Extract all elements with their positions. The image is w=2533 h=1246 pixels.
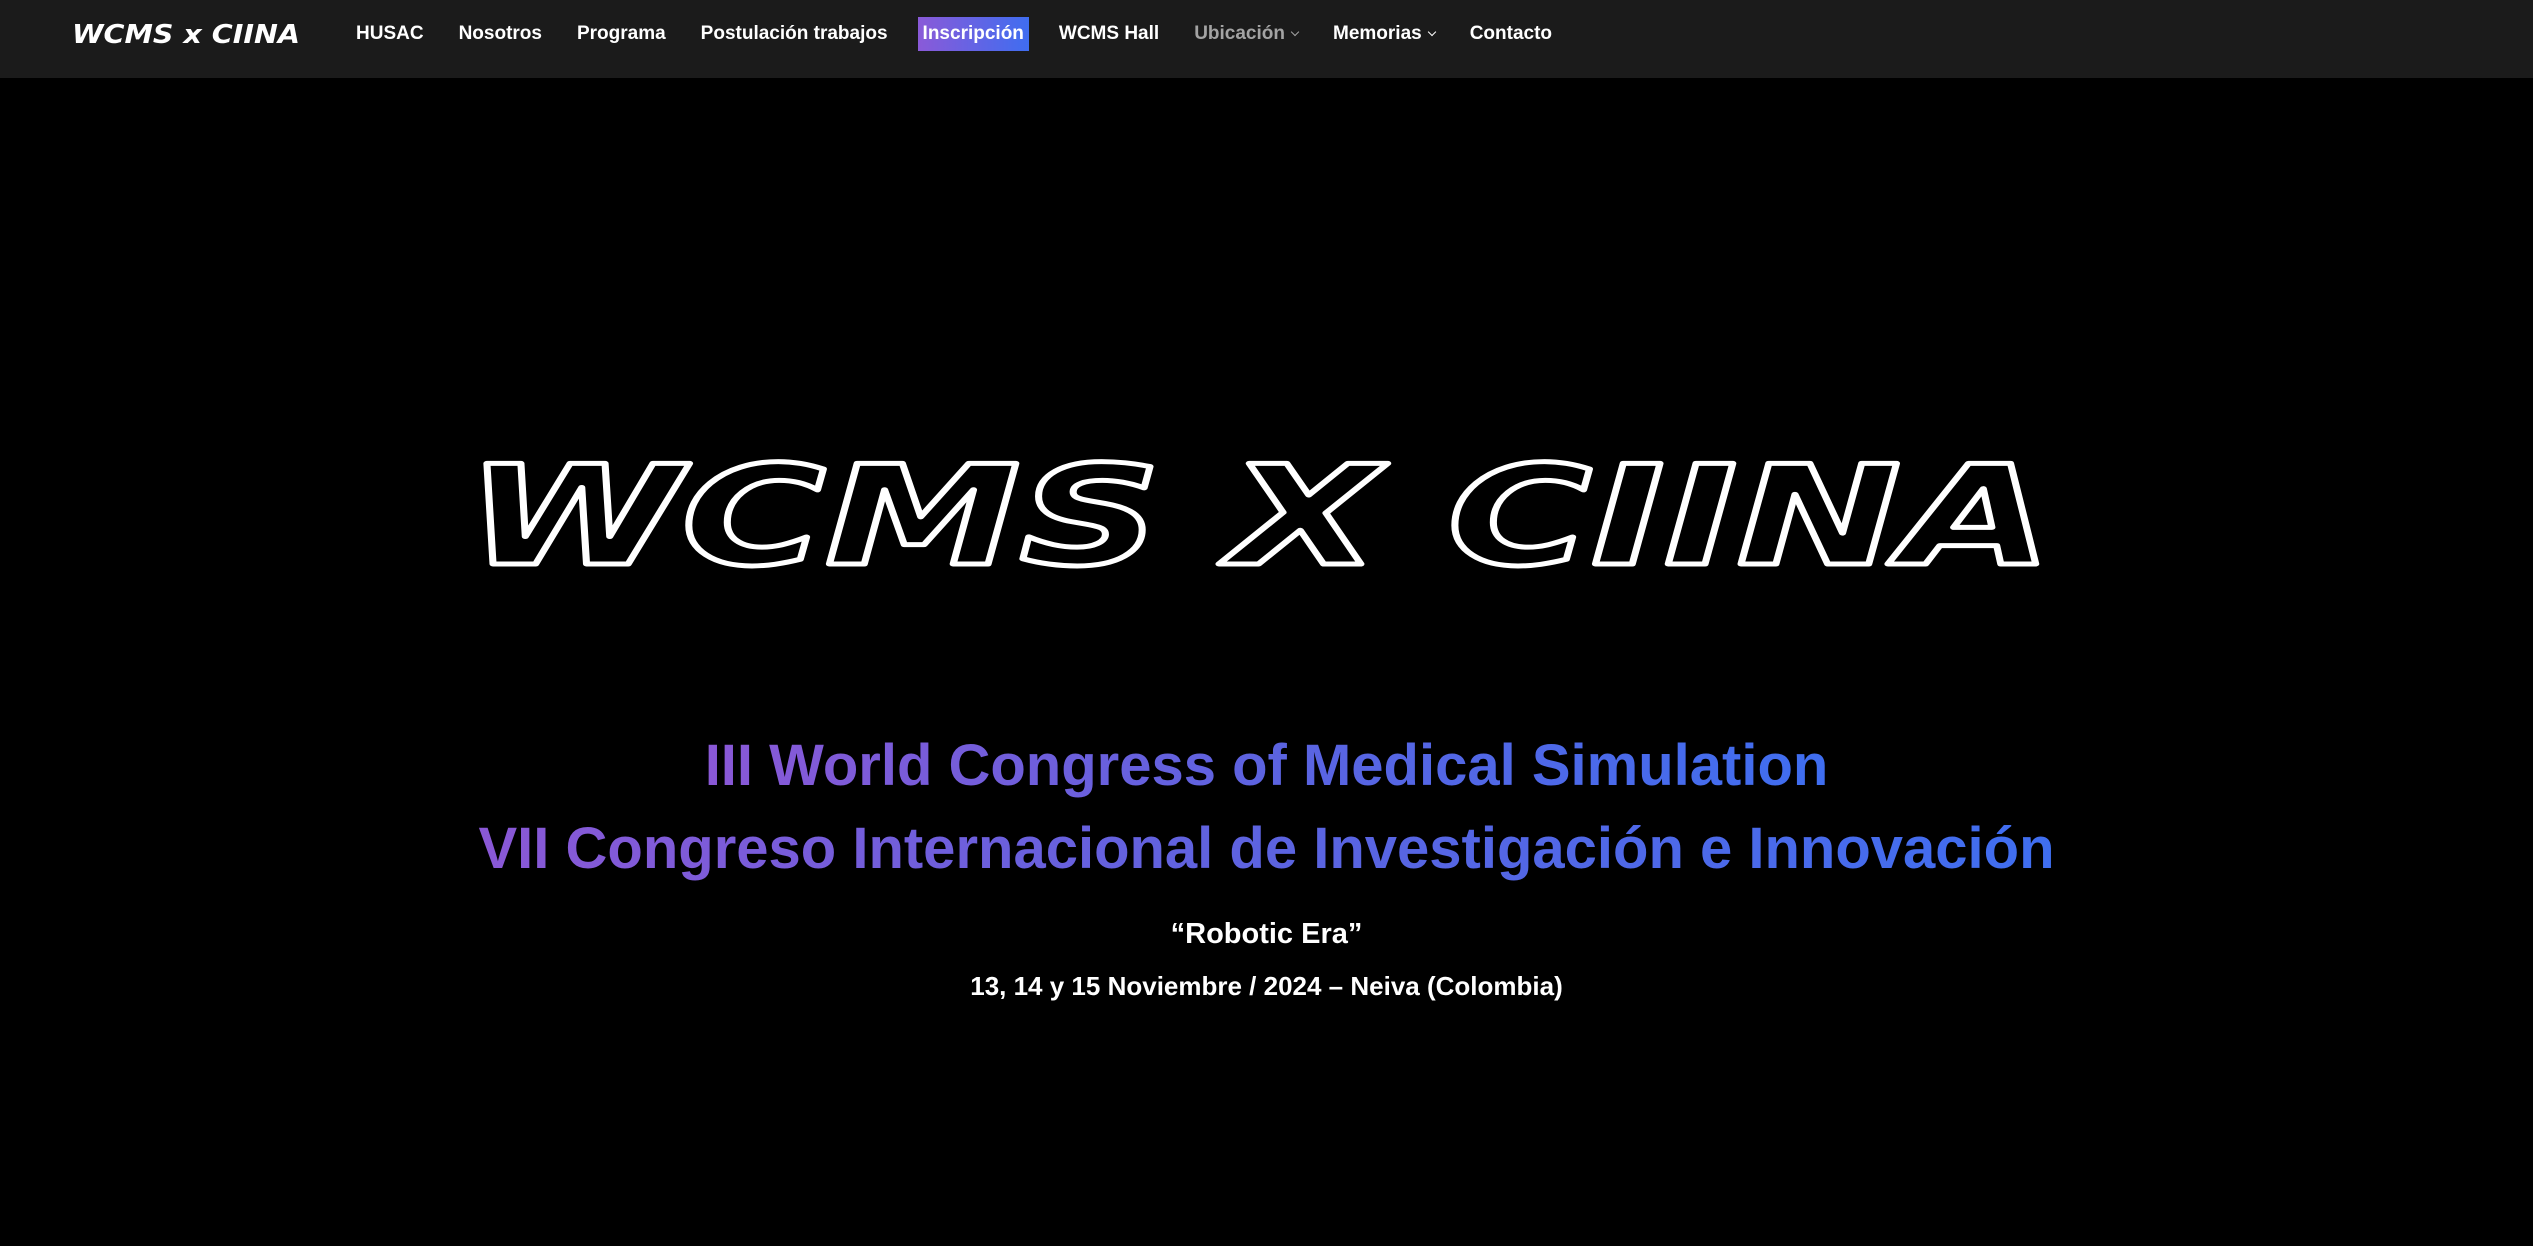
top-navbar: WCMS x CIINA HUSAC Nosotros Programa Pos…	[0, 0, 2533, 78]
nav-ubicacion[interactable]: Ubicación	[1194, 17, 1300, 51]
hero-title-line1: III World Congress of Medical Simulation	[0, 731, 2533, 801]
nav-inscripcion[interactable]: Inscripción	[917, 17, 1029, 51]
chevron-down-icon	[1290, 27, 1300, 36]
nav-wcms-hall-label: WCMS Hall	[1058, 23, 1160, 44]
hero-title-spanish: VII Congreso Internacional de Investigac…	[478, 816, 2055, 881]
hero-title-english: III World Congress of Medical Simulation	[704, 733, 1829, 798]
nav-contacto[interactable]: Contacto	[1470, 17, 1552, 51]
svg-text:WCMS X CIINA: WCMS X CIINA	[466, 458, 2052, 576]
nav-programa-label: Programa	[576, 23, 666, 44]
main-navigation: HUSAC Nosotros Programa Postulación trab…	[356, 16, 1587, 52]
nav-nosotros[interactable]: Nosotros	[459, 17, 542, 51]
nav-contacto-label: Contacto	[1469, 23, 1553, 44]
nav-husac[interactable]: HUSAC	[356, 17, 424, 51]
nav-postulacion-trabajos-label: Postulación trabajos	[700, 23, 888, 44]
nav-memorias[interactable]: Memorias	[1333, 17, 1436, 51]
nav-inscripcion-label: Inscripción	[922, 23, 1024, 44]
event-dates: 13, 14 y 15 Noviembre / 2024 – Neiva (Co…	[970, 971, 1563, 1001]
nav-memorias-label: Memorias	[1333, 23, 1422, 44]
nav-nosotros-label: Nosotros	[458, 23, 542, 44]
nav-husac-label: HUSAC	[356, 23, 424, 44]
chevron-down-icon	[1427, 27, 1436, 36]
brand-logo[interactable]: WCMS x CIINA	[70, 17, 302, 49]
hero-title-line2: VII Congreso Internacional de Investigac…	[0, 814, 2533, 884]
nav-wcms-hall[interactable]: WCMS Hall	[1059, 17, 1159, 51]
hero-subtitle: “Robotic Era”	[1170, 918, 1363, 950]
nav-postulacion-trabajos[interactable]: Postulación trabajos	[701, 17, 888, 51]
nav-programa[interactable]: Programa	[577, 17, 666, 51]
nav-ubicacion-label: Ubicación	[1194, 23, 1285, 44]
hero-logo: WCMS X CIINA	[464, 458, 2055, 576]
svg-text:WCMS x CIINA: WCMS x CIINA	[72, 20, 300, 49]
